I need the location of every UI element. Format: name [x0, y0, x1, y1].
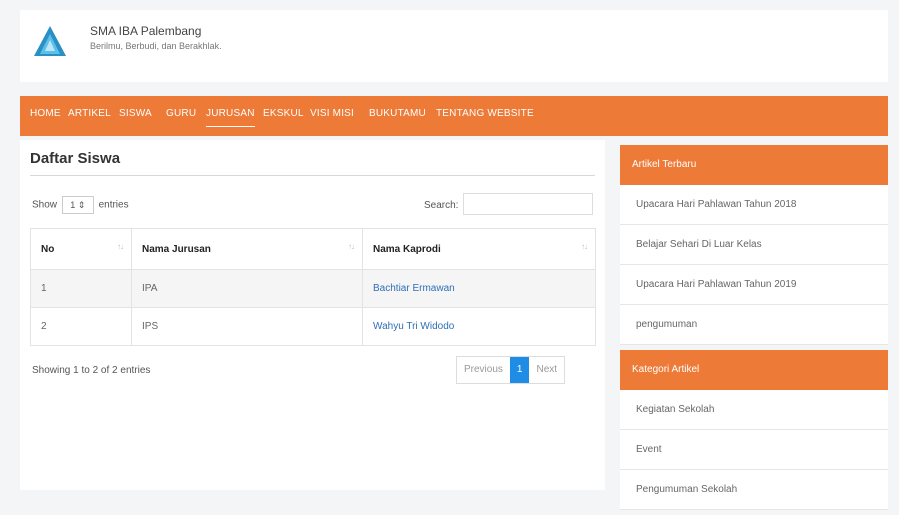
article-categories-card: Kategori Artikel Kegiatan Sekolah Event …	[620, 350, 888, 510]
column-header-kaprodi[interactable]: Nama Kaprodi ↑↓	[362, 228, 596, 270]
nav-jurusan[interactable]: JURUSAN	[206, 108, 255, 127]
page-title: Daftar Siswa	[30, 150, 121, 167]
nav-ekskul[interactable]: EKSKUL	[263, 108, 304, 119]
table-row: 2 IPS Wahyu Tri Widodo	[30, 307, 596, 346]
site-header: SMA IBA Palembang Berilmu, Berbudi, dan …	[20, 10, 888, 82]
article-categories-title: Kategori Artikel	[620, 350, 888, 390]
nav-home[interactable]: HOME	[30, 108, 61, 119]
cell-no: 1	[30, 269, 132, 308]
cell-kaprodi: Bachtiar Ermawan	[362, 269, 596, 308]
school-tagline: Berilmu, Berbudi, dan Berakhlak.	[90, 41, 222, 51]
nav-guru[interactable]: GURU	[166, 108, 196, 119]
cell-no: 2	[30, 307, 132, 346]
latest-articles-title: Artikel Terbaru	[620, 145, 888, 185]
entries-length-select[interactable]: 1 ⇕	[61, 196, 94, 214]
main-panel: Daftar Siswa Show 1 ⇕ entries Search: No…	[20, 140, 605, 490]
latest-article-item[interactable]: Belajar Sehari Di Luar Kelas	[620, 225, 888, 265]
sort-icon: ↑↓	[348, 242, 355, 251]
category-item[interactable]: Event	[620, 430, 888, 470]
sort-icon: ↑↓	[117, 242, 124, 251]
nav-visi-misi[interactable]: VISI MISI	[310, 108, 354, 119]
search-input[interactable]	[463, 193, 593, 215]
length-value: 1	[70, 200, 76, 210]
school-name[interactable]: SMA IBA Palembang	[90, 24, 201, 38]
entries-label: entries	[98, 199, 129, 211]
nav-bukutamu[interactable]: BUKUTAMU	[369, 108, 426, 119]
cell-jurusan: IPS	[131, 307, 363, 346]
column-header-jurusan[interactable]: Nama Jurusan ↑↓	[131, 228, 363, 270]
title-divider	[30, 175, 595, 176]
pagination: Previous 1 Next	[456, 356, 566, 384]
school-logo-icon[interactable]	[32, 24, 68, 60]
table-row: 1 IPA Bachtiar Ermawan	[30, 269, 596, 308]
next-button[interactable]: Next	[529, 357, 564, 383]
kaprodi-link[interactable]: Wahyu Tri Widodo	[373, 321, 454, 332]
column-header-no[interactable]: No ↑↓	[30, 228, 132, 270]
nav-siswa[interactable]: SISWA	[119, 108, 152, 119]
main-navbar: HOME ARTIKEL SISWA GURU JURUSAN EKSKUL V…	[20, 96, 888, 136]
previous-button[interactable]: Previous	[457, 357, 510, 383]
category-item[interactable]: Kegiatan Sekolah	[620, 390, 888, 430]
show-label: Show	[32, 199, 58, 211]
jurusan-table: No ↑↓ Nama Jurusan ↑↓ Nama Kaprodi ↑↓ 1 IPA…	[30, 228, 596, 346]
search-label: Search:	[424, 200, 459, 211]
latest-article-item[interactable]: Upacara Hari Pahlawan Tahun 2019	[620, 265, 888, 305]
table-header-row: No ↑↓ Nama Jurusan ↑↓ Nama Kaprodi ↑↓	[30, 228, 596, 270]
cell-jurusan: IPA	[131, 269, 363, 308]
cell-kaprodi: Wahyu Tri Widodo	[362, 307, 596, 346]
nav-artikel[interactable]: ARTIKEL	[68, 108, 111, 119]
category-item[interactable]: Pengumuman Sekolah	[620, 470, 888, 510]
nav-tentang-website[interactable]: TENTANG WEBSITE	[436, 108, 534, 119]
page-1-button[interactable]: 1	[509, 357, 530, 383]
latest-article-item[interactable]: pengumuman	[620, 305, 888, 345]
latest-articles-card: Artikel Terbaru Upacara Hari Pahlawan Ta…	[620, 145, 888, 345]
latest-article-item[interactable]: Upacara Hari Pahlawan Tahun 2018	[620, 185, 888, 225]
sidebar: Artikel Terbaru Upacara Hari Pahlawan Ta…	[620, 145, 888, 515]
kaprodi-link[interactable]: Bachtiar Ermawan	[373, 283, 455, 294]
sort-updown-icon: ⇕	[77, 200, 86, 210]
sort-icon: ↑↓	[581, 242, 588, 251]
table-info: Showing 1 to 2 of 2 entries	[32, 365, 151, 376]
entries-length-control: Show 1 ⇕ entries	[32, 196, 129, 214]
